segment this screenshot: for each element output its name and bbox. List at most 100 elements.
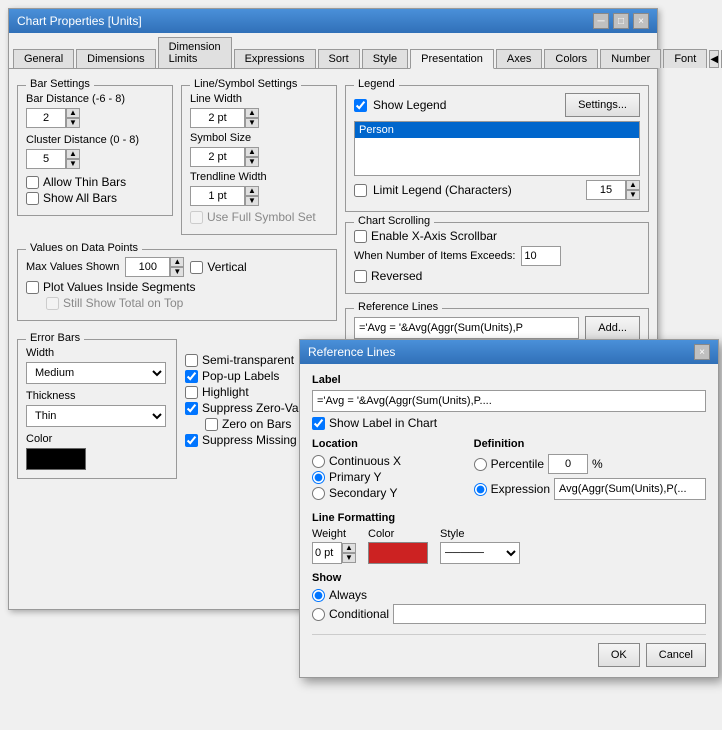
conditional-input[interactable] [393, 604, 706, 624]
still-show-check[interactable] [46, 297, 59, 310]
tab-expressions[interactable]: Expressions [234, 49, 316, 68]
line-width-up[interactable]: ▲ [245, 108, 259, 118]
label-input[interactable] [312, 390, 706, 412]
tab-style[interactable]: Style [362, 49, 408, 68]
minimize-button[interactable]: ─ [593, 13, 609, 29]
line-width-input[interactable] [190, 108, 245, 128]
tab-dimensions[interactable]: Dimensions [76, 49, 155, 68]
limit-legend-input[interactable] [586, 180, 626, 200]
cluster-distance-label: Cluster Distance (0 - 8) [26, 134, 139, 146]
tab-colors[interactable]: Colors [544, 49, 598, 68]
line-color-button[interactable] [368, 542, 428, 564]
symbol-size-input[interactable] [190, 147, 245, 167]
cluster-down[interactable]: ▼ [66, 159, 80, 169]
highlight-check[interactable] [185, 386, 198, 399]
tab-general[interactable]: General [13, 49, 74, 68]
suppress-zero-check[interactable] [185, 402, 198, 415]
weight-spin-btns: ▲ ▼ [342, 543, 356, 563]
popup-labels-check[interactable] [185, 370, 198, 383]
settings-button[interactable]: Settings... [565, 93, 640, 117]
bar-distance-down[interactable]: ▼ [66, 118, 80, 128]
tab-sort[interactable]: Sort [318, 49, 360, 68]
cluster-up[interactable]: ▲ [66, 149, 80, 159]
plot-values-check[interactable] [26, 281, 39, 294]
show-label-in-chart-label: Show Label in Chart [329, 416, 437, 430]
limit-down[interactable]: ▼ [626, 190, 640, 200]
trendline-down[interactable]: ▼ [245, 196, 259, 206]
bar-distance-input[interactable] [26, 108, 66, 128]
add-button[interactable]: Add... [585, 316, 640, 340]
cluster-distance-input[interactable] [26, 149, 66, 169]
percentile-row: Percentile % [474, 454, 706, 474]
vertical-check[interactable] [190, 261, 203, 274]
full-symbol-row: Use Full Symbol Set [190, 210, 328, 224]
semi-transparent-check[interactable] [185, 354, 198, 367]
close-button[interactable]: × [633, 13, 649, 29]
percentile-input[interactable] [548, 454, 588, 474]
secondary-y-radio[interactable] [312, 487, 325, 500]
show-all-bars-check[interactable] [26, 192, 39, 205]
full-symbol-check[interactable] [190, 211, 203, 224]
ref-dialog-close[interactable]: × [694, 344, 710, 360]
ref-dialog-title-buttons: × [694, 344, 710, 360]
percentile-radio[interactable] [474, 458, 487, 471]
width-dropdown[interactable]: Medium Thin Thick [26, 362, 166, 384]
tab-nav-left[interactable]: ◀ [709, 50, 719, 68]
line-width-label: Line Width [190, 93, 242, 105]
tab-axes[interactable]: Axes [496, 49, 542, 68]
title-bar: Chart Properties [Units] ─ □ × [9, 9, 657, 33]
limit-legend-check[interactable] [354, 184, 367, 197]
window-title: Chart Properties [Units] [17, 14, 142, 28]
style-dropdown[interactable]: ───── - - - - · · · · [440, 542, 520, 564]
main-window: Chart Properties [Units] ─ □ × General D… [8, 8, 658, 610]
bar-distance-up[interactable]: ▲ [66, 108, 80, 118]
max-values-up[interactable]: ▲ [170, 257, 184, 267]
trendline-input[interactable] [190, 186, 245, 206]
symbol-up[interactable]: ▲ [245, 147, 259, 157]
show-legend-check[interactable] [354, 99, 367, 112]
ref-line-input[interactable] [354, 317, 579, 339]
expression-radio[interactable] [474, 483, 487, 496]
legend-item-selected[interactable]: Person [355, 122, 639, 138]
color-swatch[interactable] [26, 448, 86, 470]
allow-thin-bars-check[interactable] [26, 176, 39, 189]
max-values-input[interactable] [125, 257, 170, 277]
cancel-button[interactable]: Cancel [646, 643, 706, 667]
suppress-missing-check[interactable] [185, 434, 198, 447]
allow-thin-bars-label: Allow Thin Bars [43, 175, 126, 189]
percent-sign: % [592, 457, 603, 471]
limit-up[interactable]: ▲ [626, 180, 640, 190]
continuous-x-radio[interactable] [312, 455, 325, 468]
weight-label: Weight [312, 528, 356, 540]
line-width-down[interactable]: ▼ [245, 118, 259, 128]
zero-on-bars-check[interactable] [205, 418, 218, 431]
ok-button[interactable]: OK [598, 643, 640, 667]
tab-presentation[interactable]: Presentation [410, 49, 494, 69]
reversed-check[interactable] [354, 270, 367, 283]
tabs-bar: General Dimensions Dimension Limits Expr… [9, 33, 657, 69]
bar-distance-input-row: ▲ ▼ [26, 108, 164, 128]
trendline-up[interactable]: ▲ [245, 186, 259, 196]
primary-y-radio[interactable] [312, 471, 325, 484]
show-label-in-chart-check[interactable] [312, 417, 325, 430]
weight-up[interactable]: ▲ [342, 543, 356, 553]
tab-dimension-limits[interactable]: Dimension Limits [158, 37, 232, 68]
symbol-size-label: Symbol Size [190, 132, 251, 144]
when-exceeds-input[interactable] [521, 246, 561, 266]
still-show-row: Still Show Total on Top [46, 296, 328, 310]
conditional-radio[interactable] [312, 608, 325, 621]
always-radio[interactable] [312, 589, 325, 602]
ref-dialog-content: Label Show Label in Chart Location Conti… [300, 364, 718, 677]
limit-legend-label: Limit Legend (Characters) [373, 183, 512, 197]
weight-down[interactable]: ▼ [342, 553, 356, 563]
max-values-down[interactable]: ▼ [170, 267, 184, 277]
legend-group: Legend Show Legend Settings... Person Li… [345, 85, 649, 212]
expression-input[interactable] [554, 478, 706, 500]
maximize-button[interactable]: □ [613, 13, 629, 29]
tab-number[interactable]: Number [600, 49, 661, 68]
symbol-down[interactable]: ▼ [245, 157, 259, 167]
tab-font[interactable]: Font [663, 49, 707, 68]
enable-scrollbar-check[interactable] [354, 230, 367, 243]
thickness-dropdown[interactable]: Thin Medium Thick [26, 405, 166, 427]
weight-input[interactable] [312, 542, 342, 564]
